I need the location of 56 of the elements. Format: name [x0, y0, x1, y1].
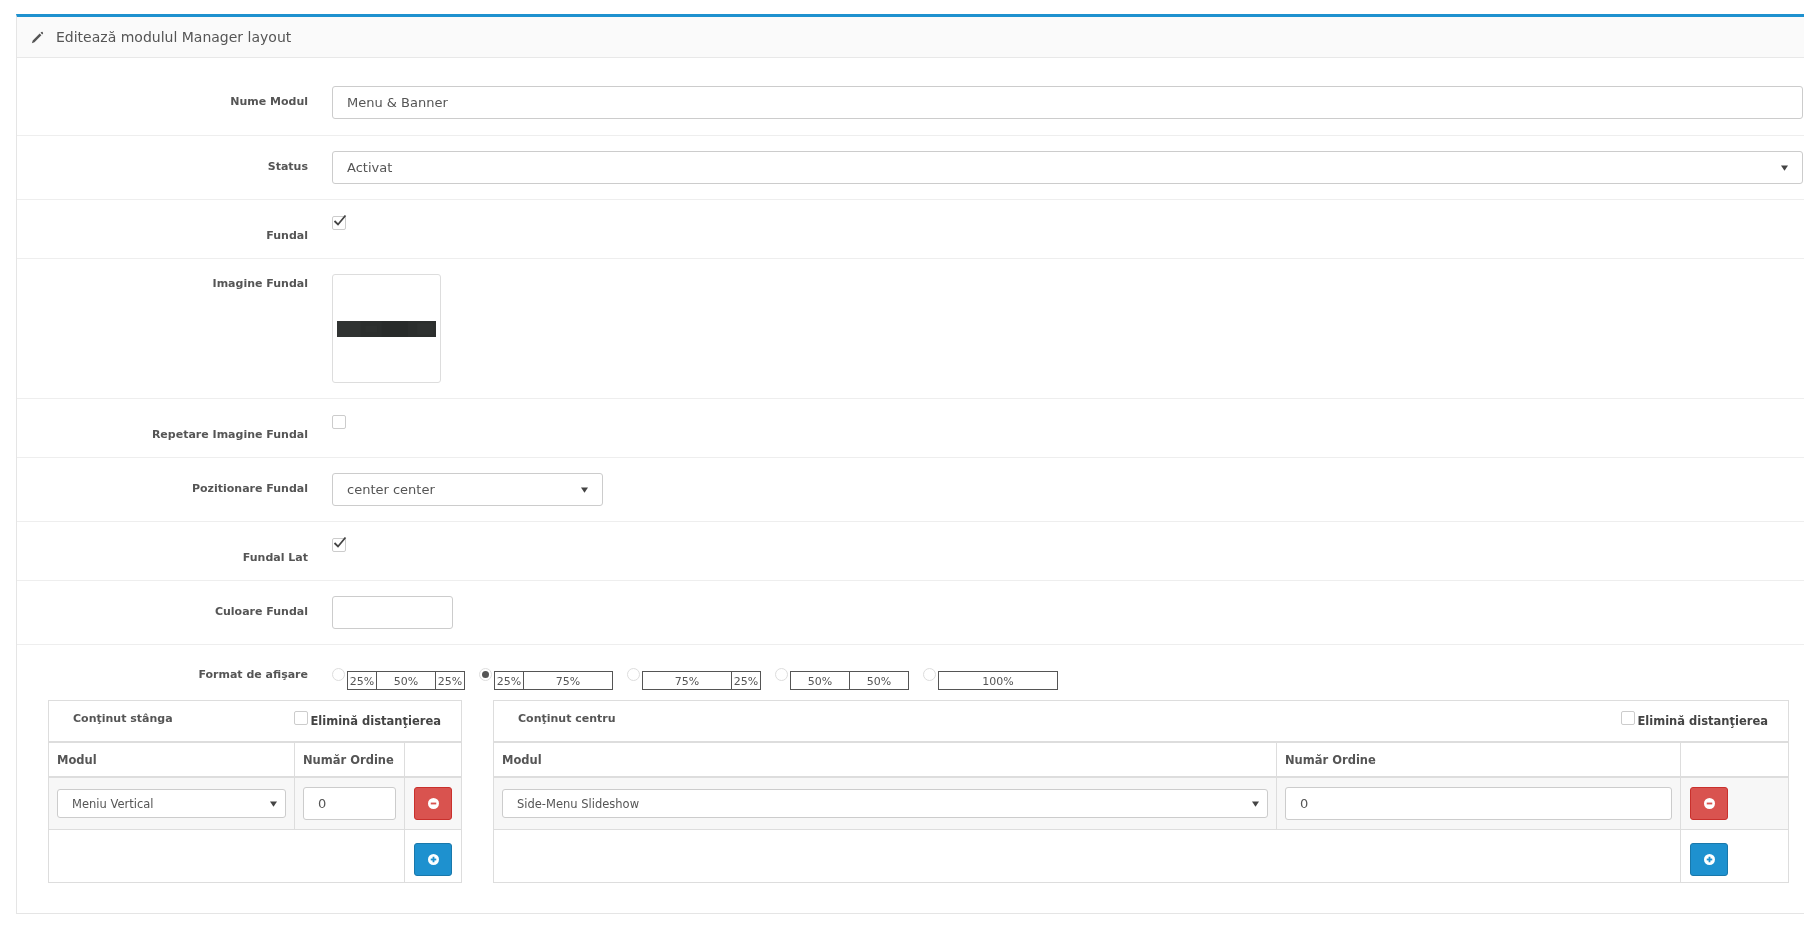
add-button[interactable] [414, 842, 452, 876]
radio-button[interactable] [332, 668, 345, 681]
caret-icon [581, 486, 588, 493]
field-label: Pozitionare Fundal [190, 481, 308, 497]
section-title: Conţinut stânga [73, 711, 173, 725]
layout-segment: 50% [849, 671, 909, 690]
text-field[interactable]: Menu & Banner [332, 86, 1803, 119]
order-field[interactable]: 0 [1285, 787, 1672, 820]
layout-segment: 75% [642, 671, 732, 690]
checkbox[interactable] [332, 216, 346, 230]
field-label: Format de afişare [197, 667, 308, 683]
field-label: Nume Modul [229, 94, 308, 110]
minus-circle-icon [427, 798, 439, 809]
layout-segment: 25% [435, 671, 465, 690]
field-label: Status [266, 159, 308, 175]
remove-button[interactable] [1690, 787, 1728, 820]
checkbox-label: Elimină distanţierea [310, 714, 441, 728]
add-button[interactable] [1690, 842, 1728, 876]
layout-segment: 50% [376, 671, 436, 690]
radio-button[interactable] [627, 668, 640, 681]
layout-segment: 100% [938, 671, 1058, 690]
plus-circle-icon [427, 853, 439, 865]
caret-icon [270, 800, 277, 807]
layout-segment: 25% [494, 671, 524, 690]
field-label: Fundal Lat [241, 550, 308, 564]
checkbox[interactable] [332, 415, 346, 429]
remove-button[interactable] [414, 787, 452, 820]
layout-segment: 75% [523, 671, 613, 690]
field-label: Imagine Fundal [211, 276, 308, 292]
color-field[interactable] [332, 596, 453, 629]
dropdown[interactable]: center center [332, 473, 603, 506]
field-label: Culoare Fundal [213, 604, 308, 620]
radio-button[interactable] [923, 668, 936, 681]
image-thumbnail[interactable] [332, 274, 441, 383]
caret-icon [1252, 800, 1259, 807]
checkbox[interactable] [332, 538, 346, 552]
order-field[interactable]: 0 [303, 787, 396, 820]
layout-segment: 25% [731, 671, 761, 690]
caret-icon [1781, 164, 1788, 171]
radio-button[interactable] [479, 668, 492, 681]
field-label: Repetare Imagine Fundal [150, 427, 308, 441]
field-label: Fundal [265, 228, 308, 242]
dropdown[interactable]: Activat [332, 151, 1803, 184]
pencil-icon [31, 30, 44, 44]
layout-segment: 50% [790, 671, 850, 690]
checkbox[interactable] [294, 711, 309, 725]
module-dropdown[interactable]: Meniu Vertical [57, 789, 286, 818]
section-title: Conţinut centru [518, 711, 616, 725]
radio-button[interactable] [775, 668, 788, 681]
plus-circle-icon [1703, 853, 1715, 865]
panel-title: Editează modulul Manager layout [56, 29, 292, 45]
checkbox[interactable] [1621, 711, 1636, 725]
module-dropdown[interactable]: Side-Menu Slideshow [502, 789, 1268, 818]
minus-circle-icon [1703, 798, 1715, 809]
layout-segment: 25% [347, 671, 377, 690]
checkbox-label: Elimină distanţierea [1637, 714, 1768, 728]
